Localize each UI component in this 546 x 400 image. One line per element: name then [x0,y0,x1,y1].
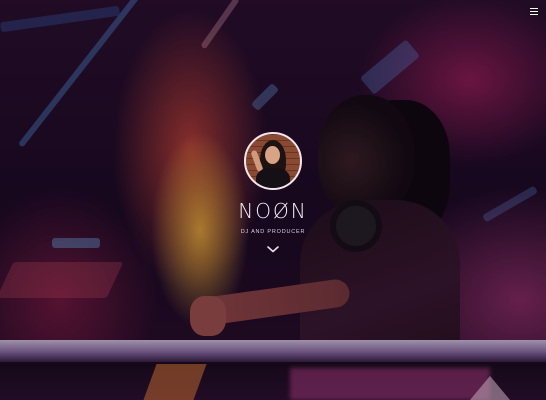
menu-icon [530,8,538,15]
hero-section: NOØN DJ and Producer [0,0,546,400]
artist-tagline: DJ and Producer [240,229,306,235]
avatar [244,132,302,190]
profile-block: NOØN DJ and Producer [0,132,546,254]
menu-button[interactable] [530,8,538,15]
artist-name: NOØN [238,199,308,223]
scroll-down-button[interactable] [266,244,280,254]
chevron-down-icon [267,246,279,253]
